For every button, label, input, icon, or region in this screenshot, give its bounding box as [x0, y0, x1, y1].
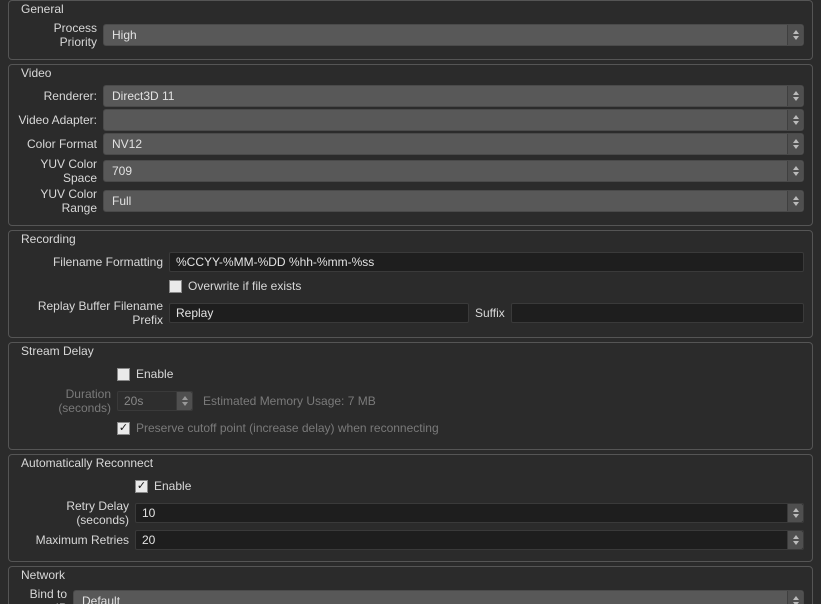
group-recording: Recording Filename Formatting Overwrite … [8, 230, 813, 338]
auto-reconnect-enable-label: Enable [154, 479, 191, 493]
checkbox-icon [117, 368, 130, 381]
overwrite-checkbox[interactable]: Overwrite if file exists [169, 279, 301, 293]
updown-icon [787, 191, 803, 211]
replay-prefix-label: Replay Buffer Filename Prefix [17, 299, 169, 327]
video-adapter-select[interactable] [103, 109, 804, 131]
updown-icon [787, 25, 803, 45]
updown-icon [787, 504, 803, 522]
updown-icon [787, 591, 803, 604]
retry-delay-label: Retry Delay (seconds) [17, 499, 135, 527]
checkbox-icon: ✓ [135, 480, 148, 493]
process-priority-select[interactable]: High [103, 24, 804, 46]
duration-label: Duration (seconds) [17, 387, 117, 415]
yuv-color-range-select[interactable]: Full [103, 190, 804, 212]
filename-formatting-label: Filename Formatting [17, 255, 169, 269]
group-title-network: Network [19, 568, 67, 582]
group-general: General Process Priority High [8, 0, 813, 60]
max-retries-spinbox[interactable]: 20 [135, 530, 804, 550]
memory-usage-label: Estimated Memory Usage: 7 MB [193, 394, 376, 408]
checkbox-icon [169, 280, 182, 293]
video-adapter-label: Video Adapter: [17, 113, 103, 127]
stream-delay-enable-label: Enable [136, 367, 173, 381]
filename-formatting-input[interactable] [169, 252, 804, 272]
group-title-general: General [19, 2, 66, 16]
checkbox-icon: ✓ [117, 422, 130, 435]
renderer-select[interactable]: Direct3D 11 [103, 85, 804, 107]
suffix-input[interactable] [511, 303, 804, 323]
group-title-auto-reconnect: Automatically Reconnect [19, 456, 155, 470]
process-priority-value: High [112, 28, 137, 42]
group-video: Video Renderer: Direct3D 11 Video Adapte… [8, 64, 813, 226]
yuv-color-space-select[interactable]: 709 [103, 160, 804, 182]
max-retries-value: 20 [142, 533, 155, 547]
duration-spinbox[interactable]: 20s [117, 391, 193, 411]
updown-icon [176, 392, 192, 410]
duration-value: 20s [124, 394, 143, 408]
bind-to-ip-select[interactable]: Default [73, 590, 804, 604]
group-title-recording: Recording [19, 232, 78, 246]
renderer-label: Renderer: [17, 89, 103, 103]
preserve-cutoff-checkbox[interactable]: ✓ Preserve cutoff point (increase delay)… [117, 421, 439, 435]
updown-icon [787, 86, 803, 106]
preserve-cutoff-label: Preserve cutoff point (increase delay) w… [136, 421, 439, 435]
group-title-stream-delay: Stream Delay [19, 344, 96, 358]
replay-prefix-input[interactable] [169, 303, 469, 323]
yuv-color-space-value: 709 [112, 164, 132, 178]
color-format-label: Color Format [17, 137, 103, 151]
updown-icon [787, 134, 803, 154]
group-title-video: Video [19, 66, 53, 80]
overwrite-label: Overwrite if file exists [188, 279, 301, 293]
retry-delay-value: 10 [142, 506, 155, 520]
color-format-select[interactable]: NV12 [103, 133, 804, 155]
bind-to-ip-label: Bind to IP [17, 587, 73, 604]
process-priority-label: Process Priority [17, 21, 103, 49]
bind-to-ip-value: Default [82, 594, 120, 604]
stream-delay-enable-checkbox[interactable]: Enable [117, 367, 173, 381]
suffix-label: Suffix [469, 306, 511, 320]
color-format-value: NV12 [112, 137, 142, 151]
auto-reconnect-enable-checkbox[interactable]: ✓ Enable [135, 479, 191, 493]
updown-icon [787, 531, 803, 549]
retry-delay-spinbox[interactable]: 10 [135, 503, 804, 523]
group-auto-reconnect: Automatically Reconnect ✓ Enable Retry D… [8, 454, 813, 562]
updown-icon [787, 110, 803, 130]
yuv-color-range-value: Full [112, 194, 131, 208]
max-retries-label: Maximum Retries [17, 533, 135, 547]
renderer-value: Direct3D 11 [112, 89, 174, 103]
updown-icon [787, 161, 803, 181]
yuv-color-space-label: YUV Color Space [17, 157, 103, 185]
yuv-color-range-label: YUV Color Range [17, 187, 103, 215]
group-network: Network Bind to IP Default [8, 566, 813, 604]
group-stream-delay: Stream Delay Enable Duration (seconds) 2… [8, 342, 813, 450]
